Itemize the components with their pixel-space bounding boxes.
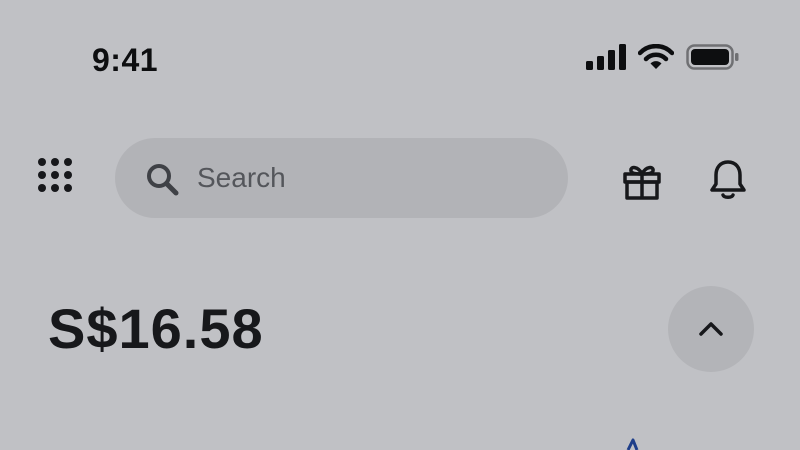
chart-line-peek [626,438,639,450]
status-bar: 9:41 [0,0,800,120]
top-bar: Search [0,136,800,220]
search-icon [147,164,179,196]
grid-menu-button[interactable] [36,156,80,200]
status-icons [586,44,740,70]
status-time: 9:41 [92,42,159,78]
bell-icon [710,160,746,199]
wifi-icon [638,44,674,69]
gift-icon [623,165,661,200]
battery-icon [686,44,739,70]
search-placeholder: Search [197,162,286,193]
collapse-button[interactable] [668,286,754,372]
chevron-up-icon [699,322,723,336]
cellular-signal-icon [586,44,626,70]
rewards-button[interactable] [618,156,666,204]
grid-menu-icon [38,158,72,192]
notifications-button[interactable] [704,156,752,204]
search-input[interactable]: Search [115,138,568,218]
account-balance: S$16.58 [48,297,264,360]
